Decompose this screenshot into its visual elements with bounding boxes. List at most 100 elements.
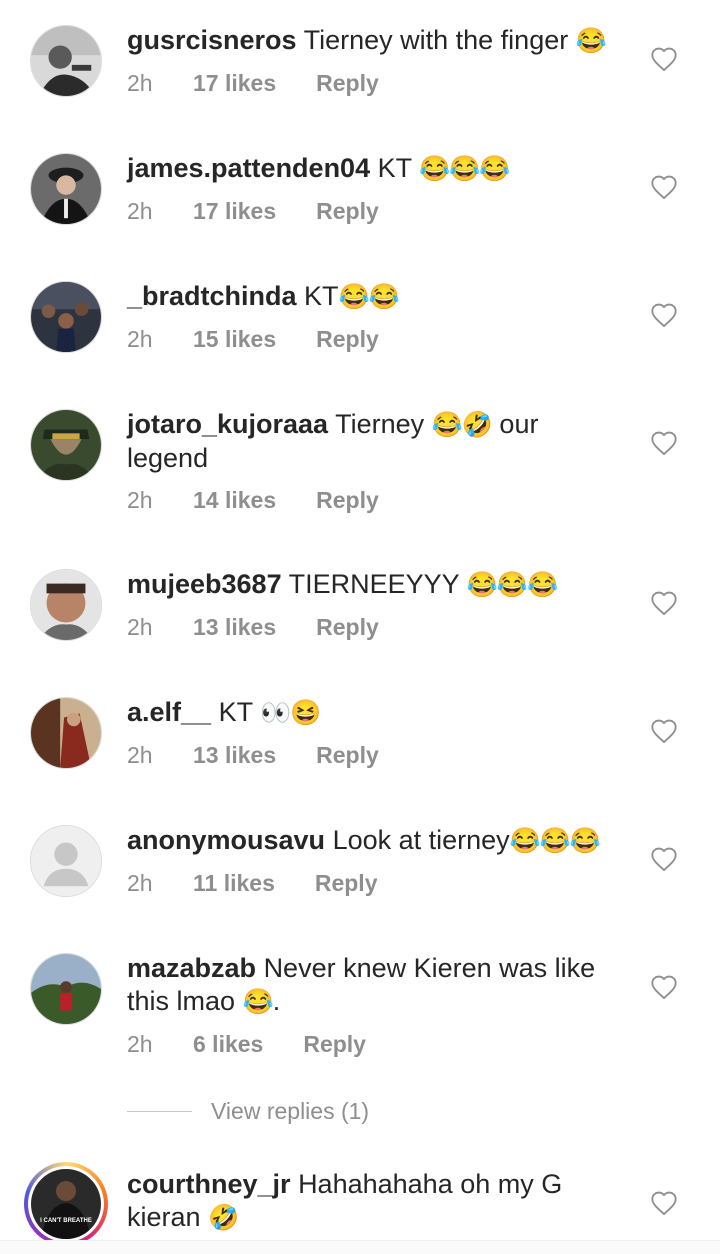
comment-time: 2h — [127, 614, 153, 640]
view-replies-button[interactable]: View replies (1) — [127, 1098, 427, 1128]
avatar-image — [31, 154, 101, 224]
comment-likes[interactable]: 11 likes — [193, 870, 275, 897]
heart-icon[interactable] — [650, 974, 678, 1000]
comment-time: 2h — [127, 198, 153, 224]
reply-button[interactable]: Reply — [316, 742, 379, 769]
avatar: I CAN'T BREATHE — [31, 1169, 101, 1239]
avatar-shirt-text: I CAN'T BREATHE — [40, 1218, 92, 1224]
comment-time: 2h — [127, 487, 153, 513]
comment-time: 2h — [127, 742, 153, 768]
comment-body: KT — [304, 281, 339, 311]
emoji: 😂😂😂 — [509, 827, 601, 855]
emoji: 😂😂 — [338, 283, 400, 311]
heart-icon[interactable] — [650, 718, 678, 744]
avatar[interactable] — [30, 953, 102, 1025]
comment-username[interactable]: a.elf__ — [127, 697, 211, 727]
comment-likes[interactable]: 6 likes — [193, 1031, 263, 1058]
comment-username[interactable]: _bradtchinda — [127, 281, 297, 311]
avatar[interactable] — [30, 825, 102, 897]
comment-time: 2h — [127, 870, 153, 896]
comment-text: mazabzab Never knew Kieren was like this… — [127, 952, 617, 1019]
avatar[interactable] — [30, 281, 102, 353]
comment-meta: 2h 17 likes Reply — [127, 70, 379, 97]
comment-meta: 2h 11 likes Reply — [127, 870, 378, 897]
comment-text: a.elf__ KT 👀😆 — [127, 696, 617, 730]
comment-meta: 2h 15 likes Reply — [127, 326, 379, 353]
comment-time: 2h — [127, 326, 153, 352]
comment-text: mujeeb3687 TIERNEEYYY 😂😂😂 — [127, 568, 617, 602]
story-ring-gap: I CAN'T BREATHE — [28, 1166, 104, 1242]
avatar-image — [31, 954, 101, 1024]
comment-likes[interactable]: 13 likes — [193, 742, 276, 769]
comment-text: anonymousavu Look at tierney😂😂😂 — [127, 824, 617, 858]
avatar[interactable] — [30, 569, 102, 641]
heart-icon[interactable] — [650, 1190, 678, 1216]
avatar[interactable] — [30, 409, 102, 481]
bottom-bar-edge — [0, 1240, 720, 1254]
comment-likes[interactable]: 13 likes — [193, 614, 276, 641]
comment-body: Tierney with the finger — [303, 25, 569, 55]
reply-button[interactable]: Reply — [303, 1031, 366, 1058]
comment-username[interactable]: jotaro_kujoraaa — [127, 409, 328, 439]
reply-button[interactable]: Reply — [316, 70, 379, 97]
comment-body: Look at tierney — [332, 825, 510, 855]
reply-button[interactable]: Reply — [316, 614, 379, 641]
avatar-image — [31, 410, 101, 480]
comment-username[interactable]: courthney_jr — [127, 1169, 291, 1199]
comment-body: KT — [377, 153, 412, 183]
reply-button[interactable]: Reply — [315, 870, 378, 897]
reply-button[interactable]: Reply — [316, 198, 379, 225]
comment-text: jotaro_kujoraaa Tierney 😂🤣 our legend — [127, 408, 617, 475]
comment-text: courthney_jr Hahahahaha oh my G kieran 🤣 — [127, 1168, 617, 1235]
view-replies-label: View replies (1) — [211, 1098, 370, 1124]
avatar-image — [31, 698, 101, 768]
comment-body-continued: . — [272, 986, 281, 1016]
comment-username[interactable]: james.pattenden04 — [127, 153, 370, 183]
comment-likes[interactable]: 17 likes — [193, 198, 276, 225]
avatar-image — [31, 26, 101, 96]
heart-icon[interactable] — [650, 174, 678, 200]
comment-time: 2h — [127, 1031, 153, 1057]
avatar-image — [31, 570, 101, 640]
comment-likes[interactable]: 17 likes — [193, 70, 276, 97]
emoji: 😂 — [575, 27, 607, 55]
default-avatar-icon — [31, 826, 101, 896]
emoji: 😂😂😂 — [466, 571, 558, 599]
avatar[interactable] — [30, 697, 102, 769]
avatar-image: I CAN'T BREATHE — [31, 1169, 101, 1239]
reply-button[interactable]: Reply — [316, 326, 379, 353]
comment-meta: 2h 6 likes Reply — [127, 1031, 366, 1058]
comment-username[interactable]: mazabzab — [127, 953, 256, 983]
comment-body: Tierney — [335, 409, 425, 439]
comment-body: TIERNEEYYY — [288, 569, 460, 599]
comment-meta: 2h 13 likes Reply — [127, 614, 379, 641]
comment-time: 2h — [127, 70, 153, 96]
comment-text: james.pattenden04 KT 😂😂😂 — [127, 152, 617, 186]
emoji: 🤣 — [208, 1204, 239, 1232]
comment-text: gusrcisneros Tierney with the finger 😂 — [127, 24, 617, 58]
story-ring[interactable]: I CAN'T BREATHE — [24, 1162, 108, 1246]
heart-icon[interactable] — [650, 46, 678, 72]
comment-body: KT — [218, 697, 253, 727]
comment-username[interactable]: gusrcisneros — [127, 25, 297, 55]
comment-meta: 2h 14 likes Reply — [127, 487, 379, 514]
comment-text: _bradtchinda KT😂😂 — [127, 280, 617, 314]
comment-likes[interactable]: 14 likes — [193, 487, 276, 514]
comment-username[interactable]: anonymousavu — [127, 825, 325, 855]
emoji: 😂🤣 — [431, 411, 493, 439]
comment-username[interactable]: mujeeb3687 — [127, 569, 282, 599]
heart-icon[interactable] — [650, 302, 678, 328]
heart-icon[interactable] — [650, 846, 678, 872]
reply-button[interactable]: Reply — [316, 487, 379, 514]
heart-icon[interactable] — [650, 430, 678, 456]
avatar[interactable] — [30, 153, 102, 225]
heart-icon[interactable] — [650, 590, 678, 616]
view-replies-divider — [127, 1111, 192, 1112]
emoji: 😂😂😂 — [419, 155, 510, 183]
emoji: 👀😆 — [260, 699, 321, 727]
comment-meta: 2h 17 likes Reply — [127, 198, 379, 225]
avatar[interactable] — [30, 25, 102, 97]
comment-likes[interactable]: 15 likes — [193, 326, 276, 353]
comment-meta: 2h 13 likes Reply — [127, 742, 379, 769]
emoji: 😂 — [242, 988, 274, 1016]
